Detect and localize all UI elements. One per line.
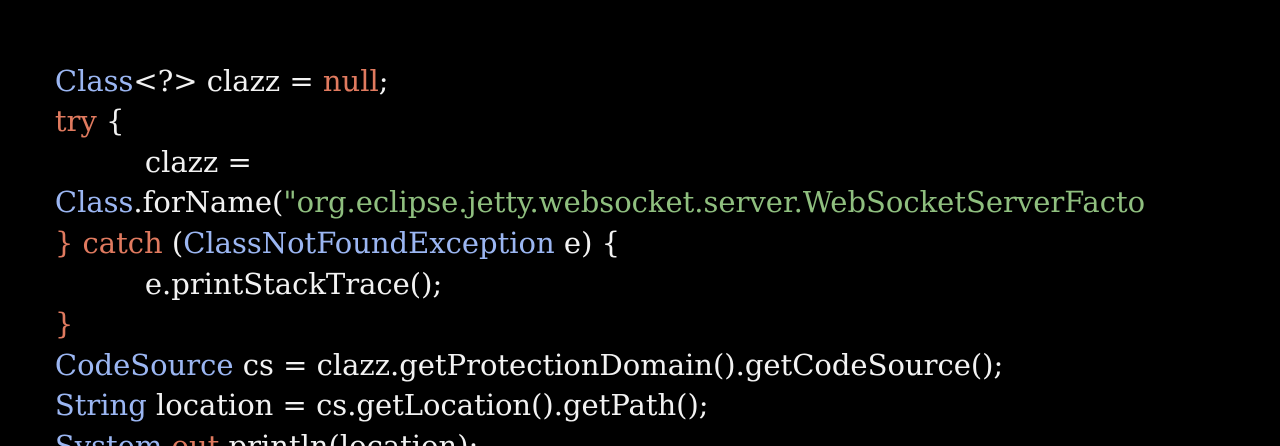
code-line: e.printStackTrace(); bbox=[0, 223, 1280, 301]
code-line: clazz = bbox=[0, 101, 1280, 179]
code-line: } bbox=[0, 264, 1280, 341]
code-editor: Class<?> clazz = null; try { clazz = Cla… bbox=[0, 0, 1280, 446]
code-line: Class<?> clazz = null; bbox=[0, 20, 1280, 98]
code-line: } catch (ClassNotFoundException e) { bbox=[0, 182, 1280, 260]
code-line: System.out.println(location); bbox=[0, 385, 1280, 446]
code-token-field: out bbox=[171, 428, 220, 446]
code-token-type: System bbox=[54, 428, 163, 446]
code-line: Class.forName("org.eclipse.jetty.websock… bbox=[0, 142, 1280, 219]
code-line: CodeSource cs = clazz.getProtectionDomai… bbox=[0, 304, 1280, 382]
code-token: .println(location); bbox=[219, 428, 479, 446]
code-line: String location = cs.getLocation().getPa… bbox=[0, 345, 1280, 422]
code-line: try { bbox=[0, 61, 1280, 138]
code-token: . bbox=[162, 428, 172, 446]
